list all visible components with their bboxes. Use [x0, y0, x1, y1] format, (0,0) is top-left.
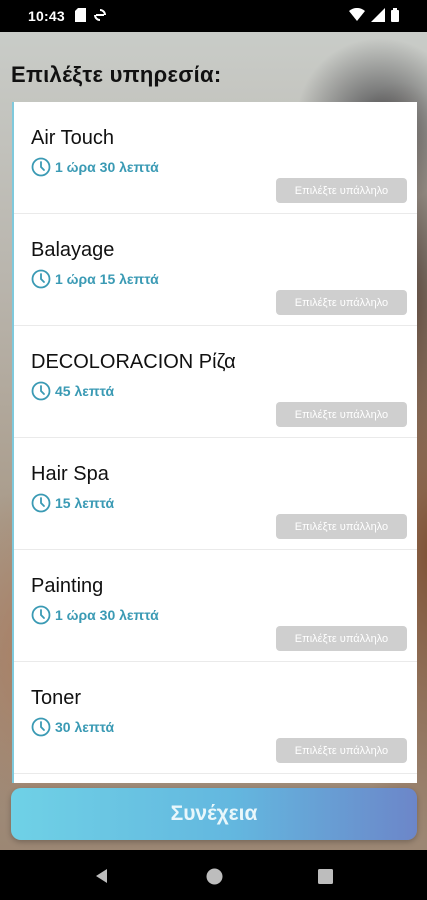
service-name: DECOLORACION Ρίζα — [31, 351, 236, 373]
duration-text: 1 ώρα 30 λεπτά — [55, 607, 159, 623]
service-name: Toner — [31, 687, 82, 709]
select-employee-button[interactable]: Επιλέξτε υπάλληλο — [276, 738, 407, 763]
duration-text: 15 λεπτά — [55, 495, 115, 511]
app-content: Επιλέξτε υπηρεσία: Air Touch 1 ώρα 30 λε… — [0, 32, 427, 850]
service-item[interactable]: Balayage 1 ώρα 15 λεπτά Επιλέξτε υπάλληλ… — [14, 214, 417, 326]
service-duration: 1 ώρα 30 λεπτά — [31, 157, 159, 177]
service-name: Air Touch — [31, 127, 115, 149]
select-employee-button[interactable]: Επιλέξτε υπάλληλο — [276, 290, 407, 315]
select-employee-button[interactable]: Επιλέξτε υπάλληλο — [276, 178, 407, 203]
back-icon[interactable] — [93, 867, 111, 885]
service-item[interactable]: Air Touch 1 ώρα 30 λεπτά Επιλέξτε υπάλλη… — [14, 102, 417, 214]
page-title: Επιλέξτε υπηρεσία: — [11, 62, 222, 87]
phone-screen: 10:43 Επιλέξτε υπηρεσία: Air Touch 1 ώρα… — [0, 0, 427, 900]
service-name: Painting — [31, 575, 104, 597]
service-item[interactable]: Hair Spa 15 λεπτά Επιλέξτε υπάλληλο — [14, 438, 417, 550]
select-employee-button[interactable]: Επιλέξτε υπάλληλο — [276, 402, 407, 427]
status-time: 10:43 — [28, 8, 65, 24]
duration-text: 30 λεπτά — [55, 719, 115, 735]
select-employee-button[interactable]: Επιλέξτε υπάλληλο — [276, 514, 407, 539]
sd-card-icon — [74, 7, 86, 25]
clock-icon — [31, 605, 51, 625]
duration-text: 1 ώρα 15 λεπτά — [55, 271, 159, 287]
duration-text: 45 λεπτά — [55, 383, 115, 399]
service-duration: 1 ώρα 30 λεπτά — [31, 605, 159, 625]
navigation-bar — [0, 850, 427, 900]
service-item[interactable]: DECOLORACION Ρίζα 45 λεπτά Επιλέξτε υπάλ… — [14, 326, 417, 438]
select-employee-button[interactable]: Επιλέξτε υπάλληλο — [276, 626, 407, 651]
wifi-icon — [349, 7, 365, 24]
service-item[interactable]: Toner 30 λεπτά Επιλέξτε υπάλληλο — [14, 662, 417, 774]
clock-icon — [31, 269, 51, 289]
sync-icon — [93, 8, 106, 25]
status-icons — [349, 7, 399, 25]
service-name: Hair Spa — [31, 463, 109, 485]
duration-text: 1 ώρα 30 λεπτά — [55, 159, 159, 175]
service-duration: 45 λεπτά — [31, 381, 114, 401]
continue-button[interactable]: Συνέχεια — [11, 788, 417, 840]
service-duration: 30 λεπτά — [31, 717, 114, 737]
battery-icon — [391, 7, 399, 25]
service-item[interactable]: Painting 1 ώρα 30 λεπτά Επιλέξτε υπάλληλ… — [14, 550, 417, 662]
service-name: Balayage — [31, 239, 115, 261]
service-duration: 1 ώρα 15 λεπτά — [31, 269, 159, 289]
service-list[interactable]: Air Touch 1 ώρα 30 λεπτά Επιλέξτε υπάλλη… — [12, 102, 417, 783]
status-bar: 10:43 — [0, 0, 427, 32]
service-duration: 15 λεπτά — [31, 493, 114, 513]
clock-icon — [31, 493, 51, 513]
home-icon[interactable] — [205, 867, 223, 885]
clock-icon — [31, 381, 51, 401]
clock-icon — [31, 157, 51, 177]
signal-icon — [371, 7, 385, 25]
clock-icon — [31, 717, 51, 737]
recents-icon[interactable] — [316, 867, 334, 885]
